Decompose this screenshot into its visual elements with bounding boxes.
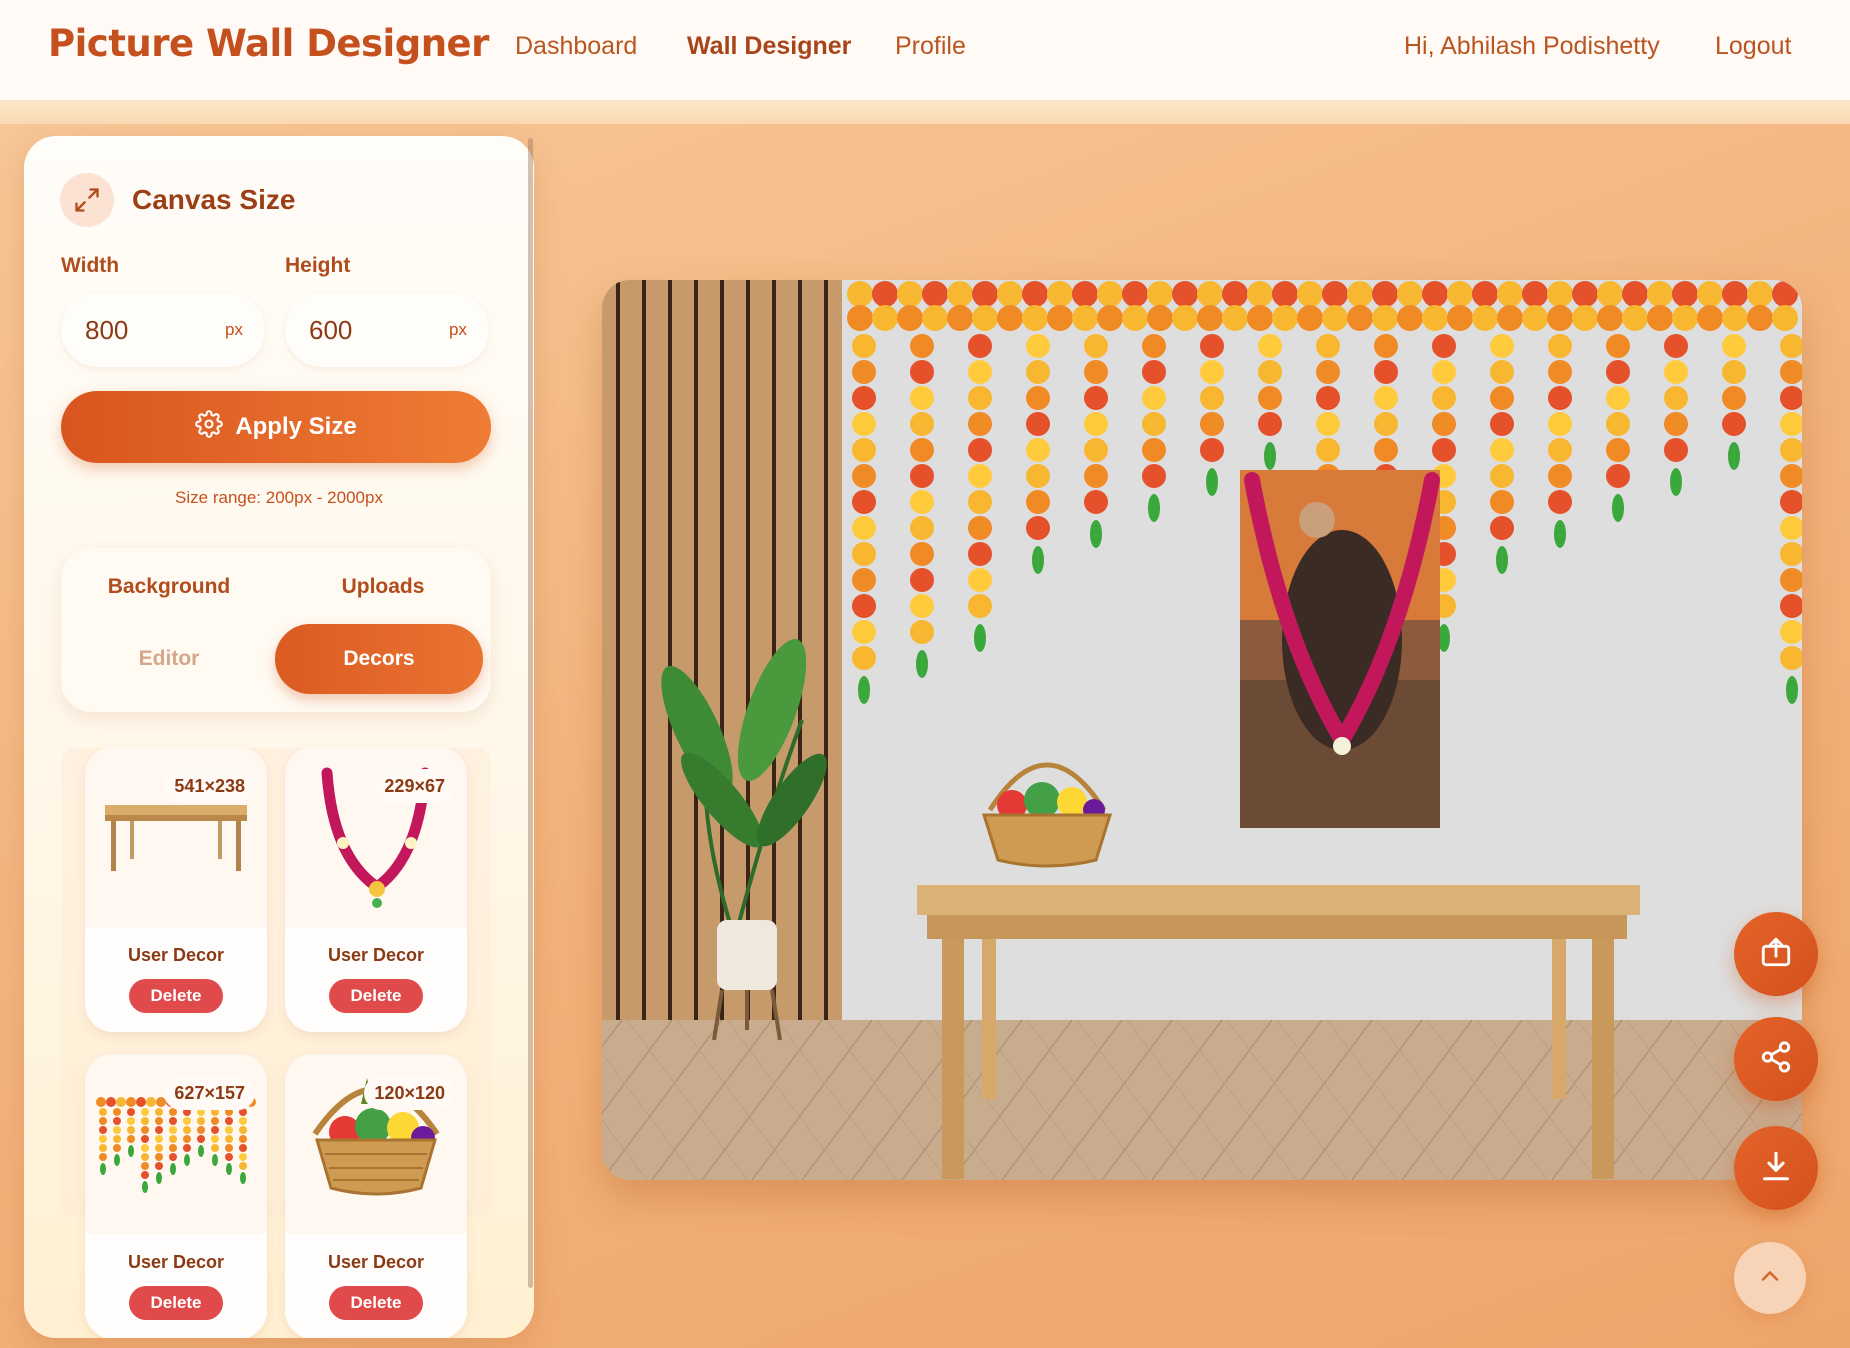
height-input[interactable] bbox=[309, 314, 439, 346]
brand-title[interactable]: Picture Wall Designer bbox=[48, 22, 489, 65]
herringbone-floor bbox=[602, 1020, 1802, 1180]
delete-decor-button[interactable]: Delete bbox=[329, 1286, 423, 1320]
warrior-portrait bbox=[1240, 470, 1440, 828]
nav-profile[interactable]: Profile bbox=[895, 32, 966, 61]
decor-dimensions: 229×67 bbox=[374, 769, 455, 803]
decor-card-toran[interactable]: 627×157 User Decor Delete bbox=[85, 1054, 267, 1338]
tab-editor[interactable]: Editor bbox=[65, 624, 273, 694]
width-input[interactable] bbox=[85, 314, 215, 346]
share-button[interactable] bbox=[1734, 1017, 1818, 1101]
decor-name: User Decor bbox=[127, 945, 225, 965]
expand-icon bbox=[60, 173, 114, 227]
apply-size-label: Apply Size bbox=[235, 413, 357, 440]
delete-decor-button[interactable]: Delete bbox=[129, 1286, 223, 1320]
decor-card-garland[interactable]: 229×67 User Decor Delete bbox=[285, 747, 467, 1032]
canvas-size-header: Canvas Size bbox=[60, 173, 295, 227]
designer-sidebar: Canvas Size Width Height px px Apply Siz… bbox=[24, 136, 534, 1338]
decor-name: User Decor bbox=[127, 1252, 225, 1272]
chevron-up-icon bbox=[1756, 1262, 1784, 1295]
download-icon bbox=[1759, 1149, 1793, 1188]
download-button[interactable] bbox=[1734, 1126, 1818, 1210]
decor-name: User Decor bbox=[327, 1252, 425, 1272]
height-unit: px bbox=[449, 320, 467, 339]
canvas-size-title: Canvas Size bbox=[132, 184, 296, 215]
decor-dimensions: 120×120 bbox=[364, 1076, 455, 1110]
width-unit: px bbox=[225, 320, 243, 339]
top-navigation-bar: Picture Wall Designer Dashboard Wall Des… bbox=[0, 0, 1850, 100]
tab-decors[interactable]: Decors bbox=[275, 624, 483, 694]
panel-tabs: Background Uploads Editor Decors bbox=[61, 548, 491, 712]
header-accent-strip bbox=[0, 100, 1850, 124]
delete-decor-button[interactable]: Delete bbox=[129, 979, 223, 1013]
design-canvas[interactable] bbox=[602, 280, 1802, 1180]
scroll-top-button[interactable] bbox=[1734, 1242, 1806, 1314]
width-label: Width bbox=[61, 254, 120, 277]
decor-name: User Decor bbox=[327, 945, 425, 965]
tab-background[interactable]: Background bbox=[65, 552, 273, 622]
height-label: Height bbox=[285, 254, 351, 277]
decor-card-fruit-basket[interactable]: 120×120 User Decor Delete bbox=[285, 1054, 467, 1338]
nav-dashboard[interactable]: Dashboard bbox=[515, 32, 637, 61]
sidebar-scrollbar[interactable] bbox=[528, 138, 533, 1288]
decor-card-table[interactable]: 541×238 User Decor Delete bbox=[85, 747, 267, 1032]
share-icon bbox=[1759, 1040, 1793, 1079]
user-greeting: Hi, Abhilash Podishetty bbox=[1404, 32, 1660, 60]
width-field[interactable]: px bbox=[61, 293, 265, 367]
size-range-note: Size range: 200px - 2000px bbox=[175, 488, 383, 507]
delete-decor-button[interactable]: Delete bbox=[329, 979, 423, 1013]
tab-uploads[interactable]: Uploads bbox=[279, 552, 487, 622]
apply-size-button[interactable]: Apply Size bbox=[61, 391, 491, 463]
decor-dimensions: 627×157 bbox=[164, 1076, 255, 1110]
export-button[interactable] bbox=[1734, 912, 1818, 996]
height-field[interactable]: px bbox=[285, 293, 489, 367]
decor-dimensions: 541×238 bbox=[164, 769, 255, 803]
nav-wall-designer[interactable]: Wall Designer bbox=[687, 32, 851, 61]
logout-link[interactable]: Logout bbox=[1715, 32, 1791, 61]
gear-icon bbox=[195, 409, 224, 445]
upload-icon bbox=[1759, 935, 1793, 974]
